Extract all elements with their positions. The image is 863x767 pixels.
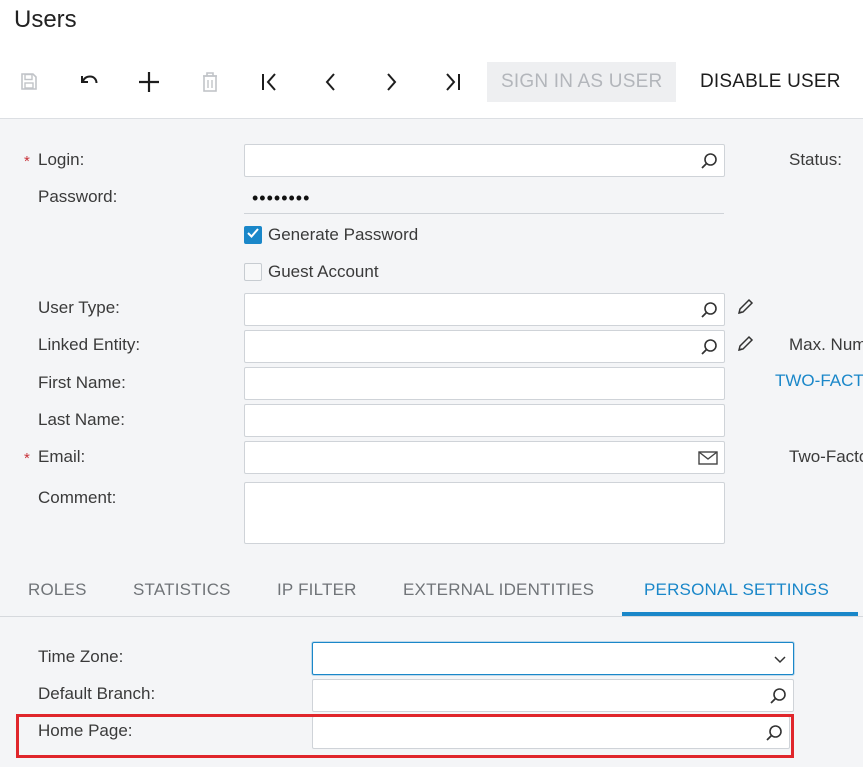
first-record-icon [260, 72, 280, 92]
save-button[interactable] [9, 62, 49, 102]
linked-entity-input[interactable] [244, 330, 725, 363]
email-input[interactable] [244, 441, 725, 474]
next-record-button[interactable] [371, 62, 411, 102]
save-icon [19, 72, 39, 92]
generate-password-checkbox[interactable] [244, 226, 262, 244]
password-label: Password: [38, 187, 118, 206]
search-icon[interactable] [769, 687, 787, 705]
guest-account-label: Guest Account [268, 262, 379, 281]
pencil-icon [736, 298, 754, 321]
first-record-button[interactable] [250, 62, 290, 102]
previous-record-button[interactable] [311, 62, 351, 102]
sign-in-as-user-button[interactable]: SIGN IN AS USER [487, 62, 677, 102]
home-page-highlight-box [16, 714, 794, 758]
search-icon[interactable] [700, 152, 718, 170]
email-label: Email: [38, 447, 86, 466]
undo-button[interactable] [69, 62, 109, 102]
search-icon[interactable] [700, 338, 718, 356]
first-name-label: First Name: [38, 373, 126, 392]
pencil-icon [736, 335, 754, 358]
max-num-label: Max. Num [789, 335, 863, 354]
default-branch-label: Default Branch: [38, 684, 156, 703]
tab-ip-filter[interactable]: IP FILTER [277, 580, 357, 600]
comment-label: Comment: [38, 488, 117, 507]
login-input[interactable] [244, 144, 725, 177]
user-type-input[interactable] [244, 293, 725, 326]
generate-password-label: Generate Password [268, 225, 419, 244]
edit-linked-entity-button[interactable] [735, 335, 755, 358]
linked-entity-label: Linked Entity: [38, 335, 141, 354]
chevron-right-icon [381, 72, 401, 92]
checkmark-icon [246, 226, 260, 245]
chevron-left-icon [321, 72, 341, 92]
last-name-input[interactable] [244, 404, 725, 437]
add-button[interactable] [129, 62, 169, 102]
login-label: Login: [38, 150, 85, 169]
last-name-label: Last Name: [38, 410, 125, 429]
tab-external-identities[interactable]: EXTERNAL IDENTITIES [403, 580, 594, 600]
disable-user-button[interactable]: DISABLE USER [692, 62, 849, 102]
page-title: Users [14, 6, 77, 33]
search-icon[interactable] [700, 301, 718, 319]
time-zone-label: Time Zone: [38, 647, 124, 666]
required-marker: * [24, 153, 30, 170]
tab-personal-settings[interactable]: PERSONAL SETTINGS [644, 580, 829, 600]
guest-account-checkbox[interactable] [244, 263, 262, 281]
edit-user-type-button[interactable] [735, 298, 755, 321]
last-record-icon [442, 72, 462, 92]
mail-icon[interactable] [698, 450, 718, 466]
tab-statistics[interactable]: STATISTICS [133, 580, 231, 600]
first-name-input[interactable] [244, 367, 725, 400]
comment-textarea[interactable] [244, 482, 725, 544]
status-label: Status: [789, 150, 842, 169]
user-type-label: User Type: [38, 298, 120, 317]
undo-icon [78, 72, 100, 92]
plus-icon [138, 71, 160, 93]
required-marker: * [24, 450, 30, 467]
password-field[interactable]: •••••••• [244, 184, 724, 214]
default-branch-input[interactable] [312, 679, 794, 712]
active-tab-indicator [622, 612, 858, 616]
tabs-divider [0, 616, 863, 617]
two-factor-label: Two-Facto [789, 447, 863, 466]
tab-roles[interactable]: ROLES [28, 580, 87, 600]
delete-button[interactable] [190, 62, 230, 102]
trash-icon [201, 71, 219, 93]
last-record-button[interactable] [432, 62, 472, 102]
two-factor-link[interactable]: TWO-FACT [775, 371, 863, 391]
chevron-down-icon[interactable] [773, 654, 787, 664]
time-zone-select[interactable] [312, 642, 794, 675]
